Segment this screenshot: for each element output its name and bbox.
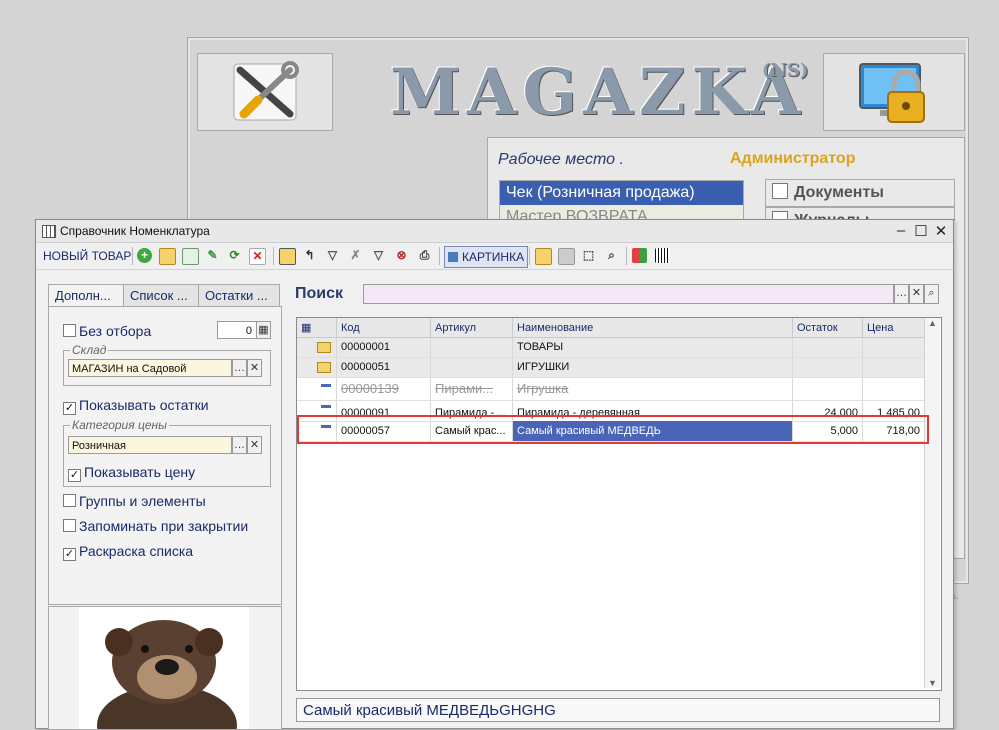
toolbar-separator [439,247,440,265]
toolbar-separator [626,247,627,265]
catalog-dialog: Справочник Номенклатура – ☐ ✕ НОВЫЙ ТОВА… [35,219,954,730]
column-header-stock[interactable]: Остаток [793,318,863,338]
coloring-checkbox[interactable]: ✓ Раскраска списка [63,543,193,561]
copy-icon[interactable] [182,248,199,265]
column-header-article[interactable]: Артикул [431,318,513,338]
column-settings-icon[interactable]: ▦ [297,318,337,338]
table-row[interactable]: 00000139 Пирами... Игрушка [297,378,927,401]
price-category-clear-button[interactable]: ✕ [247,436,262,454]
barcode-icon[interactable] [655,248,670,263]
toolbar: НОВЫЙ ТОВАР + ✎ ⟳ ✕ ↰ ▽ ✗ ▽ ⊗ ⎙ КАРТИНКА… [36,243,953,270]
item-picture-panel [48,606,282,730]
up-level-icon[interactable]: ↰ [302,248,317,263]
dialog-title: Справочник Номенклатура [60,224,210,238]
price-category-field[interactable]: Розничная [68,436,232,454]
search-tool-icon[interactable]: ⌕ [604,248,619,263]
app-logo: MAGAZKA [390,55,807,130]
table-icon [42,225,56,238]
add-icon[interactable]: + [137,248,152,263]
folder-icon [297,338,337,357]
selected-item-status: Самый красивый МЕДВЕДЬGHGHG [296,698,940,722]
picture-button[interactable]: КАРТИНКА [444,246,529,268]
search-input[interactable] [363,284,894,304]
dialog-titlebar: Справочник Номенклатура – ☐ ✕ [36,220,953,243]
scroll-down-icon[interactable]: ▼ [925,678,940,688]
search-icon[interactable]: ⌕ [924,284,939,304]
settings-tile[interactable] [197,53,333,131]
calculator-icon[interactable]: ▦ [256,321,271,339]
tabs: Дополн... Список ... Остатки ... [48,284,280,307]
new-item-button[interactable]: НОВЫЙ ТОВАР [40,246,134,266]
document-icon [772,183,788,199]
close-icon[interactable]: ✕ [932,222,950,240]
select-icon[interactable]: ⬚ [581,248,596,263]
warehouse-label: Склад [70,343,109,357]
show-stock-checkbox[interactable]: ✓ Показывать остатки [63,397,209,415]
search-label: Поиск [295,285,344,302]
hierarchy-icon[interactable] [279,248,296,265]
upload-icon[interactable] [535,248,552,265]
tab-additional[interactable]: Дополн... [48,284,124,307]
table-row[interactable]: 00000001 ТОВАРЫ [297,338,927,358]
no-filter-value[interactable]: 0 [217,321,257,339]
filter-icon[interactable]: ▽ [371,248,386,263]
items-table: ▦ Код Артикул Наименование Остаток Цена … [296,317,942,691]
warehouse-group: Склад МАГАЗИН на Садовой … ✕ [63,343,271,386]
filter-clear-icon[interactable]: ✗ [348,248,363,263]
minimize-icon[interactable]: – [892,222,910,239]
no-filter-checkbox[interactable]: Без отбора [63,323,151,339]
column-header-code[interactable]: Код [337,318,431,338]
maximize-icon[interactable]: ☐ [912,222,930,240]
print-icon[interactable]: ⎙ [417,248,432,263]
warehouse-clear-button[interactable]: ✕ [247,359,262,377]
warehouse-field[interactable]: МАГАЗИН на Садовой [68,359,232,377]
edit-icon[interactable]: ✎ [205,248,220,263]
column-header-name[interactable]: Наименование [513,318,793,338]
picture-icon [448,252,458,262]
groups-elements-checkbox[interactable]: Группы и элементы [63,493,206,509]
filter-panel: Без отбора 0 ▦ Склад МАГАЗИН на Садовой … [48,306,282,605]
user-role: Администратор [730,150,856,167]
toolbar-separator [132,247,133,265]
warehouse-select-button[interactable]: … [232,359,247,377]
price-category-select-button[interactable]: … [232,436,247,454]
show-price-checkbox[interactable]: ✓ Показывать цену [68,464,195,482]
refresh-icon[interactable]: ⟳ [227,248,242,263]
item-icon [297,378,337,400]
vertical-scrollbar[interactable]: ▲ ▼ [924,318,940,688]
search-clear-button[interactable]: ✕ [909,284,924,304]
price-category-label: Категория цены [70,418,169,432]
scroll-up-icon[interactable]: ▲ [925,318,940,328]
download-icon[interactable] [558,248,575,265]
workplace-label: Рабочее место . [498,151,624,168]
delete-icon[interactable]: ✕ [249,248,266,265]
teddy-bear-picture [79,607,249,729]
app-logo-sup: (NS) [762,60,809,81]
toolbar-separator [529,247,530,265]
search-select-button[interactable]: … [894,284,909,304]
remember-checkbox[interactable]: Запоминать при закрытии [63,518,248,534]
lock-tile[interactable] [823,53,965,131]
tab-stock[interactable]: Остатки ... [198,284,280,306]
selection-highlight-box [297,415,929,444]
monitor-lock-icon [859,63,925,123]
workplace-item-receipt[interactable]: Чек (Розничная продажа) [500,181,743,205]
price-category-group: Категория цены Розничная … ✕ ✓ Показывать… [63,418,271,487]
filter-edit-icon[interactable]: ▽ [325,248,340,263]
folder-icon [297,358,337,377]
documents-button[interactable]: Документы [765,179,955,207]
column-header-price[interactable]: Цена [863,318,925,338]
add-folder-icon[interactable] [159,248,176,265]
tab-list[interactable]: Список ... [123,284,199,306]
tools-icon [233,61,299,121]
color-icon[interactable] [632,248,647,263]
table-row[interactable]: 00000051 ИГРУШКИ [297,358,927,378]
history-icon[interactable]: ⊗ [394,248,409,263]
toolbar-separator [273,247,274,265]
